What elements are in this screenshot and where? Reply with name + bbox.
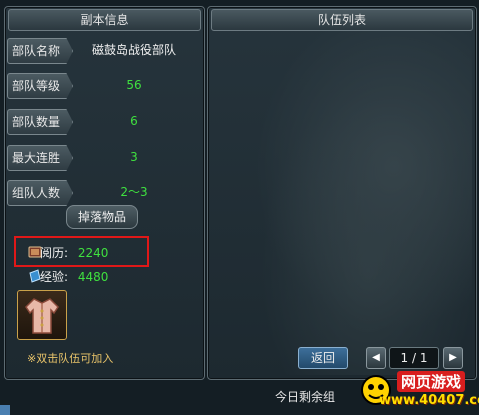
info-value: 2～3	[120, 185, 148, 199]
info-label: 最大连胜	[7, 145, 73, 171]
corner-tab	[0, 405, 10, 415]
clothing-icon	[25, 298, 59, 334]
info-row-count: 部队数量 6	[7, 109, 195, 135]
info-value: 6	[130, 114, 138, 128]
watermark-logo: 网页游戏 www.40407.com	[353, 369, 479, 413]
dungeon-info-title: 副本信息	[8, 9, 201, 31]
background-art	[212, 27, 472, 375]
team-list-panel: 队伍列表	[207, 6, 477, 380]
info-value: 3	[130, 150, 138, 164]
info-row-max-streak: 最大连胜 3	[7, 145, 195, 171]
info-label: 部队数量	[7, 109, 73, 135]
info-label: 部队名称	[7, 38, 73, 64]
loot-name: 经验:	[40, 270, 69, 284]
info-row-team-size: 组队人数 2～3	[7, 180, 195, 206]
join-hint: ※双击队伍可加入	[27, 352, 114, 365]
watermark-line1: 网页游戏	[397, 371, 466, 392]
info-value: 56	[126, 78, 142, 92]
info-row-level: 部队等级 56	[7, 73, 195, 99]
page-indicator: 1 / 1	[389, 347, 439, 369]
watermark-line2: www.40407.com	[379, 393, 479, 408]
highlight-box	[14, 236, 149, 267]
back-button[interactable]: 返回	[298, 347, 348, 369]
info-value: 磁鼓岛战役部队	[91, 43, 176, 57]
remaining-today-text: 今日剩余组	[275, 390, 336, 404]
loot-value: 4480	[77, 270, 109, 284]
loot-experience: 经验: 4480	[40, 268, 108, 285]
info-label: 部队等级	[7, 73, 73, 99]
info-label: 组队人数	[7, 180, 73, 206]
right-arrow-icon[interactable]: ▶	[443, 347, 463, 369]
info-row-name: 部队名称 磁鼓岛战役部队	[7, 38, 195, 64]
left-arrow-icon[interactable]: ◀	[366, 347, 386, 369]
team-list-title: 队伍列表	[211, 9, 473, 31]
drop-items-button[interactable]: 掉落物品	[66, 205, 138, 229]
loot-item-slot[interactable]	[17, 290, 67, 340]
